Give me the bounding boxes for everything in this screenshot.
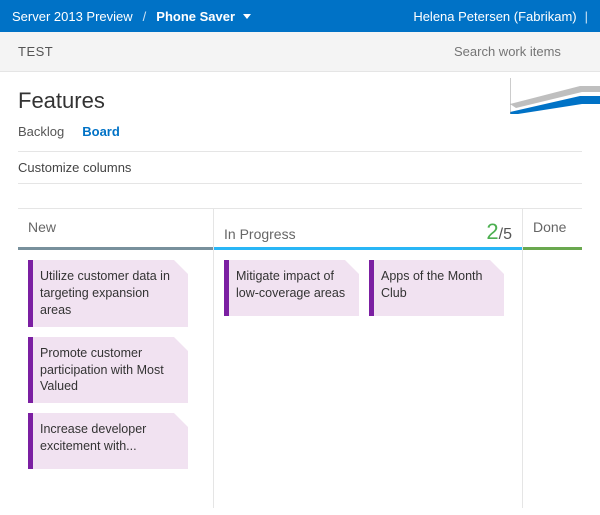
kanban-board: New Utilize customer data in targeting e… <box>18 208 582 508</box>
divider-icon: | <box>585 9 588 24</box>
chart-glyph-icon <box>510 78 600 114</box>
column-title: New <box>28 219 56 235</box>
work-item-card[interactable]: Promote customer participation with Most… <box>28 337 188 404</box>
work-item-card[interactable]: Utilize customer data in targeting expan… <box>28 260 188 327</box>
hub-nav: TEST <box>0 32 600 72</box>
wip-limit: /5 <box>499 226 512 243</box>
work-item-card[interactable]: Increase developer excitement with... <box>28 413 188 469</box>
column-done: Done <box>523 208 582 508</box>
column-new: New Utilize customer data in targeting e… <box>18 208 213 508</box>
tab-backlog[interactable]: Backlog <box>18 124 64 139</box>
work-item-card[interactable]: Mitigate impact of low-coverage areas <box>224 260 359 316</box>
column-title: In Progress <box>224 226 296 242</box>
user-label[interactable]: Helena Petersen (Fabrikam) <box>413 9 576 24</box>
wip-current: 2 <box>486 219 498 244</box>
search-input[interactable] <box>452 40 582 63</box>
breadcrumb-separator: / <box>143 9 147 24</box>
wip-counter: 2/5 <box>486 219 512 245</box>
page-title: Features <box>18 88 582 114</box>
breadcrumb-product[interactable]: Server 2013 Preview <box>12 9 133 24</box>
breadcrumb-project[interactable]: Phone Saver <box>156 9 235 24</box>
top-nav-bar: Server 2013 Preview / Phone Saver Helena… <box>0 0 600 32</box>
column-in-progress: In Progress 2/5 Mitigate impact of low-c… <box>213 208 523 508</box>
customize-columns-link[interactable]: Customize columns <box>18 151 582 184</box>
column-title: Done <box>533 219 566 235</box>
work-item-card[interactable]: Apps of the Month Club <box>369 260 504 316</box>
chevron-down-icon[interactable] <box>243 14 251 19</box>
view-tabs: Backlog Board <box>18 124 582 139</box>
tab-board[interactable]: Board <box>82 124 120 139</box>
tab-test[interactable]: TEST <box>18 44 53 59</box>
